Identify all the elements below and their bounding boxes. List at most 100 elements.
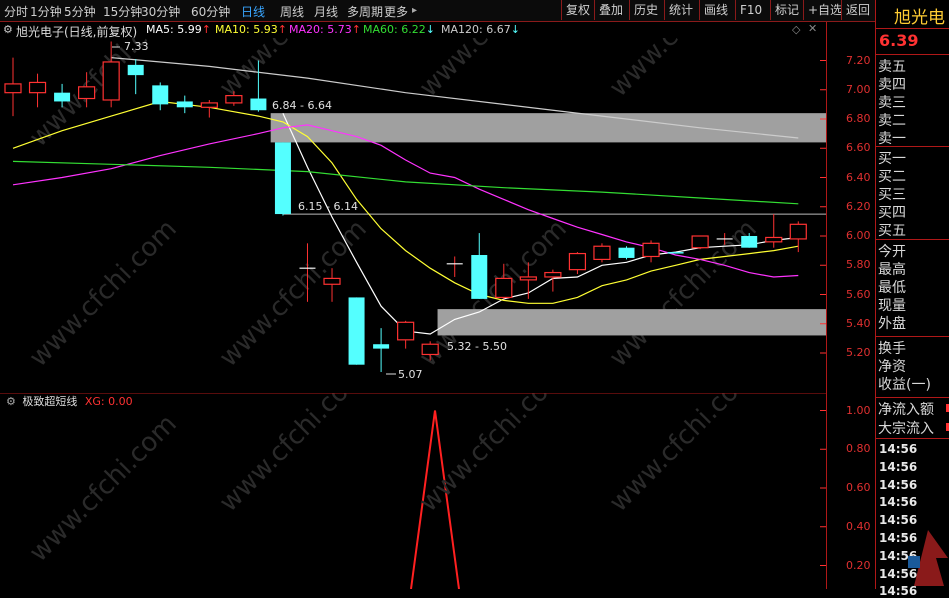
indicator-tick-label: 0.80 xyxy=(846,442,871,456)
indicator-tick-label: 0.20 xyxy=(846,558,871,572)
toolbar-button[interactable]: 历史 xyxy=(629,0,662,20)
period-tab[interactable]: 5分钟 xyxy=(64,3,96,20)
period-tab[interactable]: 多周期 xyxy=(347,3,383,20)
trade-time: 14:56 xyxy=(879,477,918,492)
sell-level: 卖三 xyxy=(878,95,906,111)
candle-up xyxy=(593,245,611,261)
stat-label: 净资 xyxy=(878,359,906,375)
low-price-label: 5.07 xyxy=(398,368,423,381)
ma-trend-arrow-icon: ↑ xyxy=(351,23,361,36)
ma-legend-item: MA10: 5.93↑ xyxy=(215,23,287,36)
quote-panel: 旭光电 6.39 卖五 卖四 卖三 卖二 卖一 买一 买二 买三 买四 买五 今开 最高 最低 现量 外盘 换手净… xyxy=(875,0,949,598)
watermark-text: www.cfchi.com xyxy=(604,214,763,373)
ma-trend-arrow-icon: ↓ xyxy=(425,23,435,36)
period-tab[interactable]: 更多 xyxy=(384,3,408,20)
candle-down xyxy=(274,142,291,215)
toolbar-button[interactable]: 返回 xyxy=(841,0,874,20)
toolbar-button[interactable]: 复权 xyxy=(561,0,594,20)
divider xyxy=(876,397,949,398)
watermark-text: www.cfchi.com xyxy=(414,393,573,518)
toolbar-button[interactable]: 画线 xyxy=(699,0,732,20)
divider xyxy=(876,146,949,147)
zone-label: 5.32 - 5.50 xyxy=(447,340,507,353)
candle-down xyxy=(176,101,193,108)
candle-down xyxy=(127,64,144,76)
divider xyxy=(876,28,949,29)
diamond-icon[interactable]: ◇ xyxy=(792,23,800,36)
price-tick-label: 7.00 xyxy=(846,82,871,96)
watermark-text: www.cfchi.com xyxy=(604,393,763,518)
candle-up xyxy=(397,321,415,341)
ma-legend-label: MA20: 5.73 xyxy=(289,23,352,36)
candle-up xyxy=(4,83,22,94)
sell-level: 卖四 xyxy=(878,77,906,93)
buy-level: 买一 xyxy=(878,151,906,167)
candle-up xyxy=(544,271,562,278)
indicator-tick-label: 0.40 xyxy=(846,519,871,533)
candle-up xyxy=(642,242,660,258)
ma-trend-arrow-icon: ↑ xyxy=(277,23,287,36)
watermark-text: www.cfchi.com xyxy=(214,393,373,518)
price-tick-label: 5.20 xyxy=(846,346,871,359)
high-price-label: 7.33 xyxy=(124,40,149,53)
ma-trend-arrow-icon: ↓ xyxy=(510,23,520,36)
stock-name: 旭光电 xyxy=(894,8,945,28)
watermark-text: www.cfchi.com xyxy=(24,409,183,568)
more-arrow-icon[interactable]: ▸ xyxy=(412,5,417,16)
candle-up xyxy=(78,86,96,100)
watermark-text: www.cfchi.com xyxy=(214,38,373,103)
period-tab[interactable]: 30分钟 xyxy=(141,3,180,20)
ma-legend-item: MA20: 5.73↑ xyxy=(289,23,361,36)
ma-legend-item: MA5: 5.99↑ xyxy=(146,23,211,36)
kline-chart[interactable]: www.cfchi.com www.cfchi.com www.cfchi.com w… xyxy=(0,38,826,393)
period-tab[interactable]: 60分钟 xyxy=(191,3,230,20)
period-tab[interactable]: 15分钟 xyxy=(103,3,142,20)
divider xyxy=(876,54,949,55)
price-tick-label: 5.40 xyxy=(846,316,871,330)
price-tick-label: 6.60 xyxy=(846,141,871,155)
trade-time: 14:56 xyxy=(879,459,918,474)
price-tick-label: 6.00 xyxy=(846,229,871,242)
price-tick-label: 7.20 xyxy=(846,53,871,67)
trade-time: 14:56 xyxy=(879,442,918,456)
candle-down xyxy=(152,85,169,105)
period-tab[interactable]: 月线 xyxy=(314,3,338,20)
toolbar-button[interactable]: 标记 xyxy=(770,0,803,20)
buy-level: 买五 xyxy=(878,223,906,239)
indicator-tick-label: 1.00 xyxy=(846,403,871,417)
candle-down xyxy=(741,236,758,248)
indicator-tick-label: 0.60 xyxy=(846,481,871,494)
candle-up xyxy=(421,343,439,356)
ma-legend-label: MA60: 6.22 xyxy=(363,23,426,36)
corner-logo-icon xyxy=(908,530,948,586)
watermark-text: www.cfchi.com xyxy=(414,38,573,103)
ma-legend-item: MA60: 6.22↓ xyxy=(363,23,435,36)
stat-label: 最低 xyxy=(878,280,906,296)
top-toolbar: 分时 1分钟 5分钟 15分钟 30分钟 60分钟 日线 周线 月线 多周期 更多 ▸ 复权 叠加 历史 统计… xyxy=(0,0,875,22)
toolbar-button[interactable]: 统计 xyxy=(664,0,697,20)
sell-level: 卖二 xyxy=(878,113,906,129)
last-price: 6.39 xyxy=(879,31,919,50)
watermark-text: www.cfchi.com xyxy=(604,38,763,103)
stat-label: 收益(一) xyxy=(878,377,931,393)
price-zone xyxy=(270,113,826,143)
toolbar-button[interactable]: F10 xyxy=(735,0,766,20)
close-icon[interactable]: ✕ xyxy=(808,22,817,35)
sell-level: 卖五 xyxy=(878,59,906,75)
sell-level: 卖一 xyxy=(878,131,906,147)
price-tick-label: 6.20 xyxy=(846,199,871,213)
candle-up xyxy=(789,223,807,240)
indicator-chart[interactable]: www.cfchi.com www.cfchi.com www.cfchi.com w… xyxy=(0,393,826,589)
logo-square xyxy=(908,556,920,568)
period-tab[interactable]: 1分钟 xyxy=(30,3,62,20)
period-tab[interactable]: 周线 xyxy=(280,3,304,20)
settings-icon[interactable]: ⚙ xyxy=(3,23,13,36)
ma-line-ma60 xyxy=(12,160,799,205)
toolbar-button[interactable]: +自选 xyxy=(803,0,846,20)
candle-down xyxy=(348,297,365,365)
period-tab[interactable]: 日线 xyxy=(241,3,265,20)
divider xyxy=(876,438,949,439)
period-tab[interactable]: 分时 xyxy=(4,3,28,20)
price-tick-label: 5.80 xyxy=(846,258,871,272)
toolbar-button[interactable]: 叠加 xyxy=(594,0,627,20)
